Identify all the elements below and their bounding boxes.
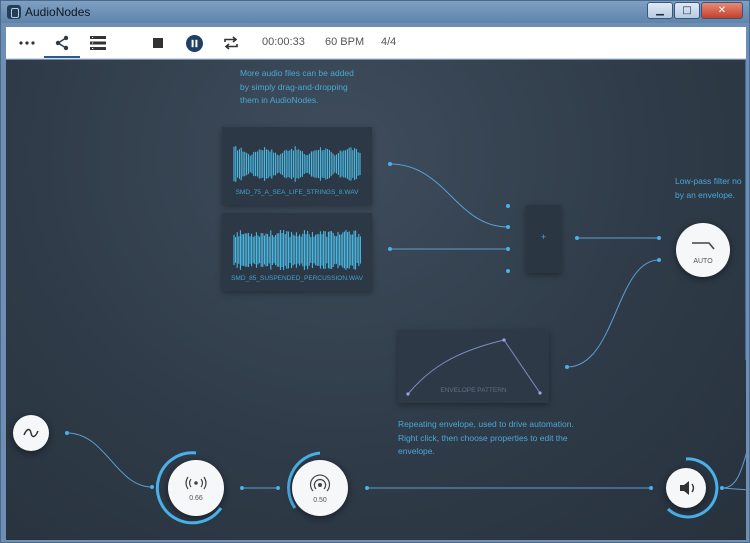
audio-file-name: SMD_75_A_SEA_LIFE_STRINGS_8.WAV xyxy=(235,189,359,196)
lfo-node[interactable] xyxy=(13,415,49,451)
lowpass-icon xyxy=(692,242,715,250)
envelope-label: ENVELOPE PATTERN xyxy=(440,387,507,394)
note-line: envelope. xyxy=(398,446,435,456)
repeat-icon[interactable] xyxy=(219,33,243,53)
output-port[interactable] xyxy=(240,486,244,490)
stop-icon[interactable] xyxy=(146,33,170,53)
input-port[interactable] xyxy=(276,486,280,490)
filter-node[interactable]: AUTO xyxy=(676,223,730,277)
filter-note: Low-pass filter no by an envelope. xyxy=(675,175,742,202)
input-port[interactable] xyxy=(506,247,510,251)
input-port[interactable] xyxy=(506,269,510,273)
window-controls: ▁ □ ✕ xyxy=(647,2,743,19)
output-port[interactable] xyxy=(575,236,579,240)
envelope-note: Repeating envelope, used to drive automa… xyxy=(398,418,574,459)
node-canvas[interactable]: More audio files can be added by simply … xyxy=(6,60,746,540)
output-port[interactable] xyxy=(388,162,392,166)
output-port[interactable] xyxy=(720,486,724,490)
close-button[interactable]: ✕ xyxy=(701,2,743,19)
note-line: Right click, then choose properties to e… xyxy=(398,432,568,443)
reverb-value: 0.50 xyxy=(313,497,327,504)
maximize-button[interactable]: □ xyxy=(674,2,700,19)
minimize-button[interactable]: ▁ xyxy=(647,2,673,19)
note-line: Repeating envelope, used to drive automa… xyxy=(398,419,574,429)
speaker-icon xyxy=(680,481,695,495)
reverb-node[interactable]: 0.50 xyxy=(292,460,348,516)
envelope-node[interactable]: ENVELOPE PATTERN xyxy=(398,330,549,403)
more-icon[interactable] xyxy=(15,33,39,53)
input-port[interactable] xyxy=(649,486,653,490)
note-line: More audio files can be added xyxy=(240,68,354,78)
info-note: More audio files can be added by simply … xyxy=(240,67,354,108)
input-port[interactable] xyxy=(150,485,154,489)
output-port[interactable] xyxy=(565,365,569,369)
audio-file-name: SMD_85_SUSPENDED_PERCUSSION.WAV xyxy=(231,275,363,282)
panner-value: 0.66 xyxy=(189,495,203,502)
note-line: by simply drag-and-dropping xyxy=(240,81,348,92)
mixer-symbol: + xyxy=(540,232,547,242)
panner-node[interactable]: 0.66 xyxy=(168,460,224,516)
tempo-display[interactable]: 60 BPM xyxy=(325,36,364,48)
input-port[interactable] xyxy=(657,236,661,240)
wave-icon xyxy=(23,428,39,438)
toolbar: 00:00:33 60 BPM 4/4 xyxy=(6,27,746,59)
output-port[interactable] xyxy=(365,486,369,490)
app-icon xyxy=(7,5,21,19)
title-bar[interactable]: AudioNodes ▁ □ ✕ xyxy=(1,1,749,23)
pause-icon[interactable] xyxy=(182,33,206,53)
input-port[interactable] xyxy=(657,258,661,262)
audio-file-node[interactable]: SMD_85_SUSPENDED_PERCUSSION.WAV xyxy=(222,213,372,291)
active-tab-indicator xyxy=(44,56,80,58)
audio-file-node[interactable]: SMD_75_A_SEA_LIFE_STRINGS_8.WAV xyxy=(222,127,372,205)
input-port[interactable] xyxy=(506,225,510,229)
window-title: AudioNodes xyxy=(25,5,91,19)
app-window: AudioNodes ▁ □ ✕ 00:00:33 60 BPM 4/4 Mor… xyxy=(0,0,750,543)
panner-icon xyxy=(185,476,207,490)
note-line: by an envelope. xyxy=(675,189,736,200)
note-line: them in AudioNodes. xyxy=(240,95,319,105)
share-icon[interactable] xyxy=(50,33,74,53)
mixer-node[interactable]: + xyxy=(526,205,561,273)
output-port[interactable] xyxy=(65,431,69,435)
filter-label: AUTO xyxy=(693,258,713,265)
output-port[interactable] xyxy=(388,247,392,251)
time-display: 00:00:33 xyxy=(262,36,305,48)
connection-wires xyxy=(66,60,746,491)
time-signature[interactable]: 4/4 xyxy=(381,36,396,48)
output-node[interactable] xyxy=(666,468,706,508)
list-icon[interactable] xyxy=(86,33,110,53)
note-line: Low-pass filter no xyxy=(675,176,742,186)
input-port[interactable] xyxy=(506,204,510,208)
reverb-icon xyxy=(309,474,331,492)
